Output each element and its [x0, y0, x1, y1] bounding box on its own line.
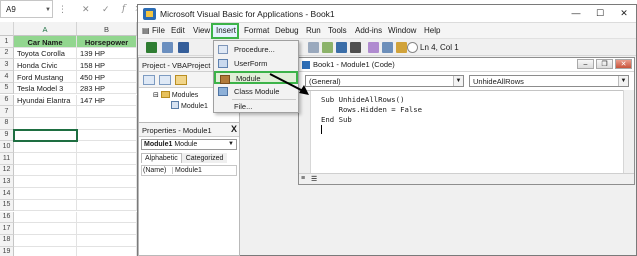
pointer-arrow-icon [269, 73, 309, 95]
